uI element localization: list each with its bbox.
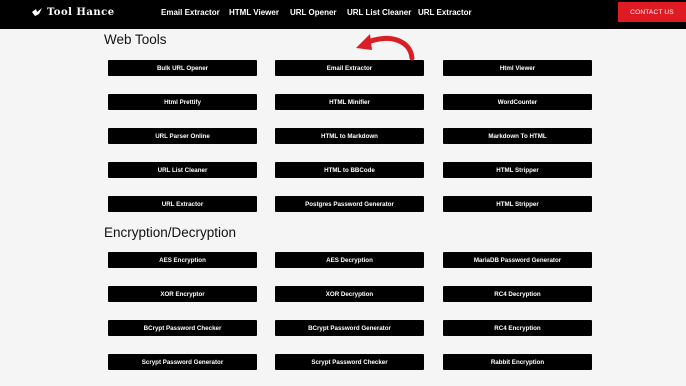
nav-item-url-list-cleaner[interactable]: URL List Cleaner <box>347 8 411 17</box>
tool-button-scrypt-password-checker[interactable]: Scrypt Password Checker <box>275 354 424 370</box>
tool-button-html-stripper[interactable]: HTML Stripper <box>443 162 592 178</box>
nav-item-email-extractor[interactable]: Email Extractor <box>161 8 220 17</box>
tool-button-html-viewer[interactable]: Html Viewer <box>443 60 592 76</box>
tool-button-rc4-decryption[interactable]: RC4 Decryption <box>443 286 592 302</box>
tool-button-xor-encryptor[interactable]: XOR Encryptor <box>108 286 257 302</box>
tool-button-bcrypt-password-generator[interactable]: BCrypt Password Generator <box>275 320 424 336</box>
tool-button-bcrypt-password-checker[interactable]: BCrypt Password Checker <box>108 320 257 336</box>
top-navigation-bar: Tool Hance Email Extractor HTML Viewer U… <box>0 0 686 29</box>
tool-button-url-extractor[interactable]: URL Extractor <box>108 196 257 212</box>
tool-button-postgres-password-generator[interactable]: Postgres Password Generator <box>275 196 424 212</box>
section-title-web-tools: Web Tools <box>104 32 167 47</box>
tool-button-html-prettify[interactable]: Html Prettify <box>108 94 257 110</box>
tool-button-url-list-cleaner[interactable]: URL List Cleaner <box>108 162 257 178</box>
tool-button-scrypt-password-generator[interactable]: Scrypt Password Generator <box>108 354 257 370</box>
tool-button-html-to-markdown[interactable]: HTML to Markdown <box>275 128 424 144</box>
contact-us-button[interactable]: CONTACT US <box>618 2 686 22</box>
tool-button-html-minifier[interactable]: HTML Minifier <box>275 94 424 110</box>
tool-button-rc4-encryption[interactable]: RC4 Encryption <box>443 320 592 336</box>
nav-item-url-extractor[interactable]: URL Extractor <box>418 8 472 17</box>
tool-button-html-stripper[interactable]: HTML Stripper <box>443 196 592 212</box>
tool-button-markdown-to-html[interactable]: Markdown To HTML <box>443 128 592 144</box>
tool-button-wordcounter[interactable]: WordCounter <box>443 94 592 110</box>
brand-name: Tool Hance <box>47 6 115 18</box>
nav-item-url-opener[interactable]: URL Opener <box>290 8 337 17</box>
tool-button-rabbit-encryption[interactable]: Rabbit Encryption <box>443 354 592 370</box>
tool-button-aes-decryption[interactable]: AES Decryption <box>275 252 424 268</box>
section-title-encryption: Encryption/Decryption <box>104 225 237 240</box>
tool-button-url-parser-online[interactable]: URL Parser Online <box>108 128 257 144</box>
tool-button-bulk-url-opener[interactable]: Bulk URL Opener <box>108 60 257 76</box>
tool-button-html-to-bbcode[interactable]: HTML to BBCode <box>275 162 424 178</box>
bird-logo-icon <box>32 8 42 16</box>
nav-item-html-viewer[interactable]: HTML Viewer <box>229 8 279 17</box>
red-arrow-icon <box>356 34 415 61</box>
tool-button-aes-encryption[interactable]: AES Encryption <box>108 252 257 268</box>
tool-button-xor-decryption[interactable]: XOR Decryption <box>275 286 424 302</box>
brand-logo[interactable]: Tool Hance <box>31 6 115 18</box>
tool-button-mariadb-password-generator[interactable]: MariaDB Password Generator <box>443 252 592 268</box>
